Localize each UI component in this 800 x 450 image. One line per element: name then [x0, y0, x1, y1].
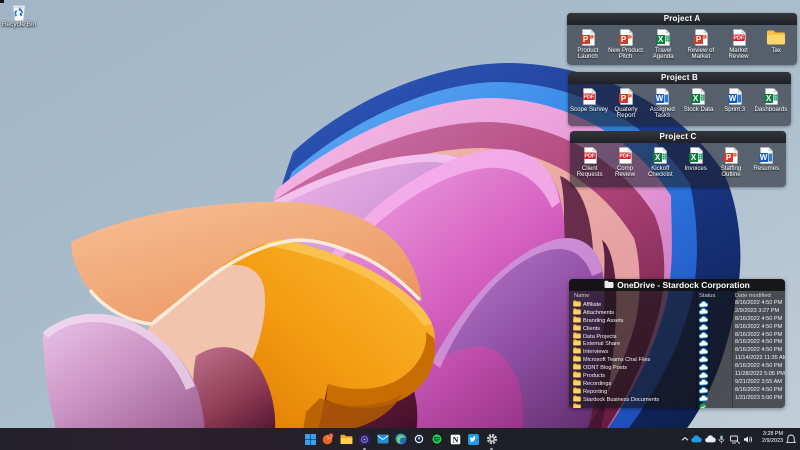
- svg-text:X: X: [690, 153, 696, 162]
- svg-text:N: N: [453, 435, 459, 444]
- svg-text:X: X: [658, 35, 664, 44]
- svg-text:W: W: [728, 94, 736, 103]
- svg-text:W: W: [656, 94, 664, 103]
- svg-text:PDF: PDF: [619, 154, 630, 160]
- svg-text:PDF: PDF: [584, 154, 595, 160]
- svg-text:2/9/2023: 2/9/2023: [762, 438, 783, 444]
- svg-text:X: X: [655, 153, 661, 162]
- svg-text:P: P: [583, 35, 589, 44]
- svg-text:PDF: PDF: [583, 95, 594, 101]
- svg-text:P: P: [621, 94, 627, 103]
- svg-text:P: P: [696, 35, 702, 44]
- svg-text:3:28 PM: 3:28 PM: [763, 431, 783, 437]
- svg-text:X: X: [766, 94, 772, 103]
- svg-text:X: X: [693, 94, 699, 103]
- svg-text:PDF: PDF: [733, 36, 744, 42]
- svg-text:P: P: [620, 35, 626, 44]
- svg-text:P: P: [726, 153, 732, 162]
- svg-text:W: W: [760, 153, 768, 162]
